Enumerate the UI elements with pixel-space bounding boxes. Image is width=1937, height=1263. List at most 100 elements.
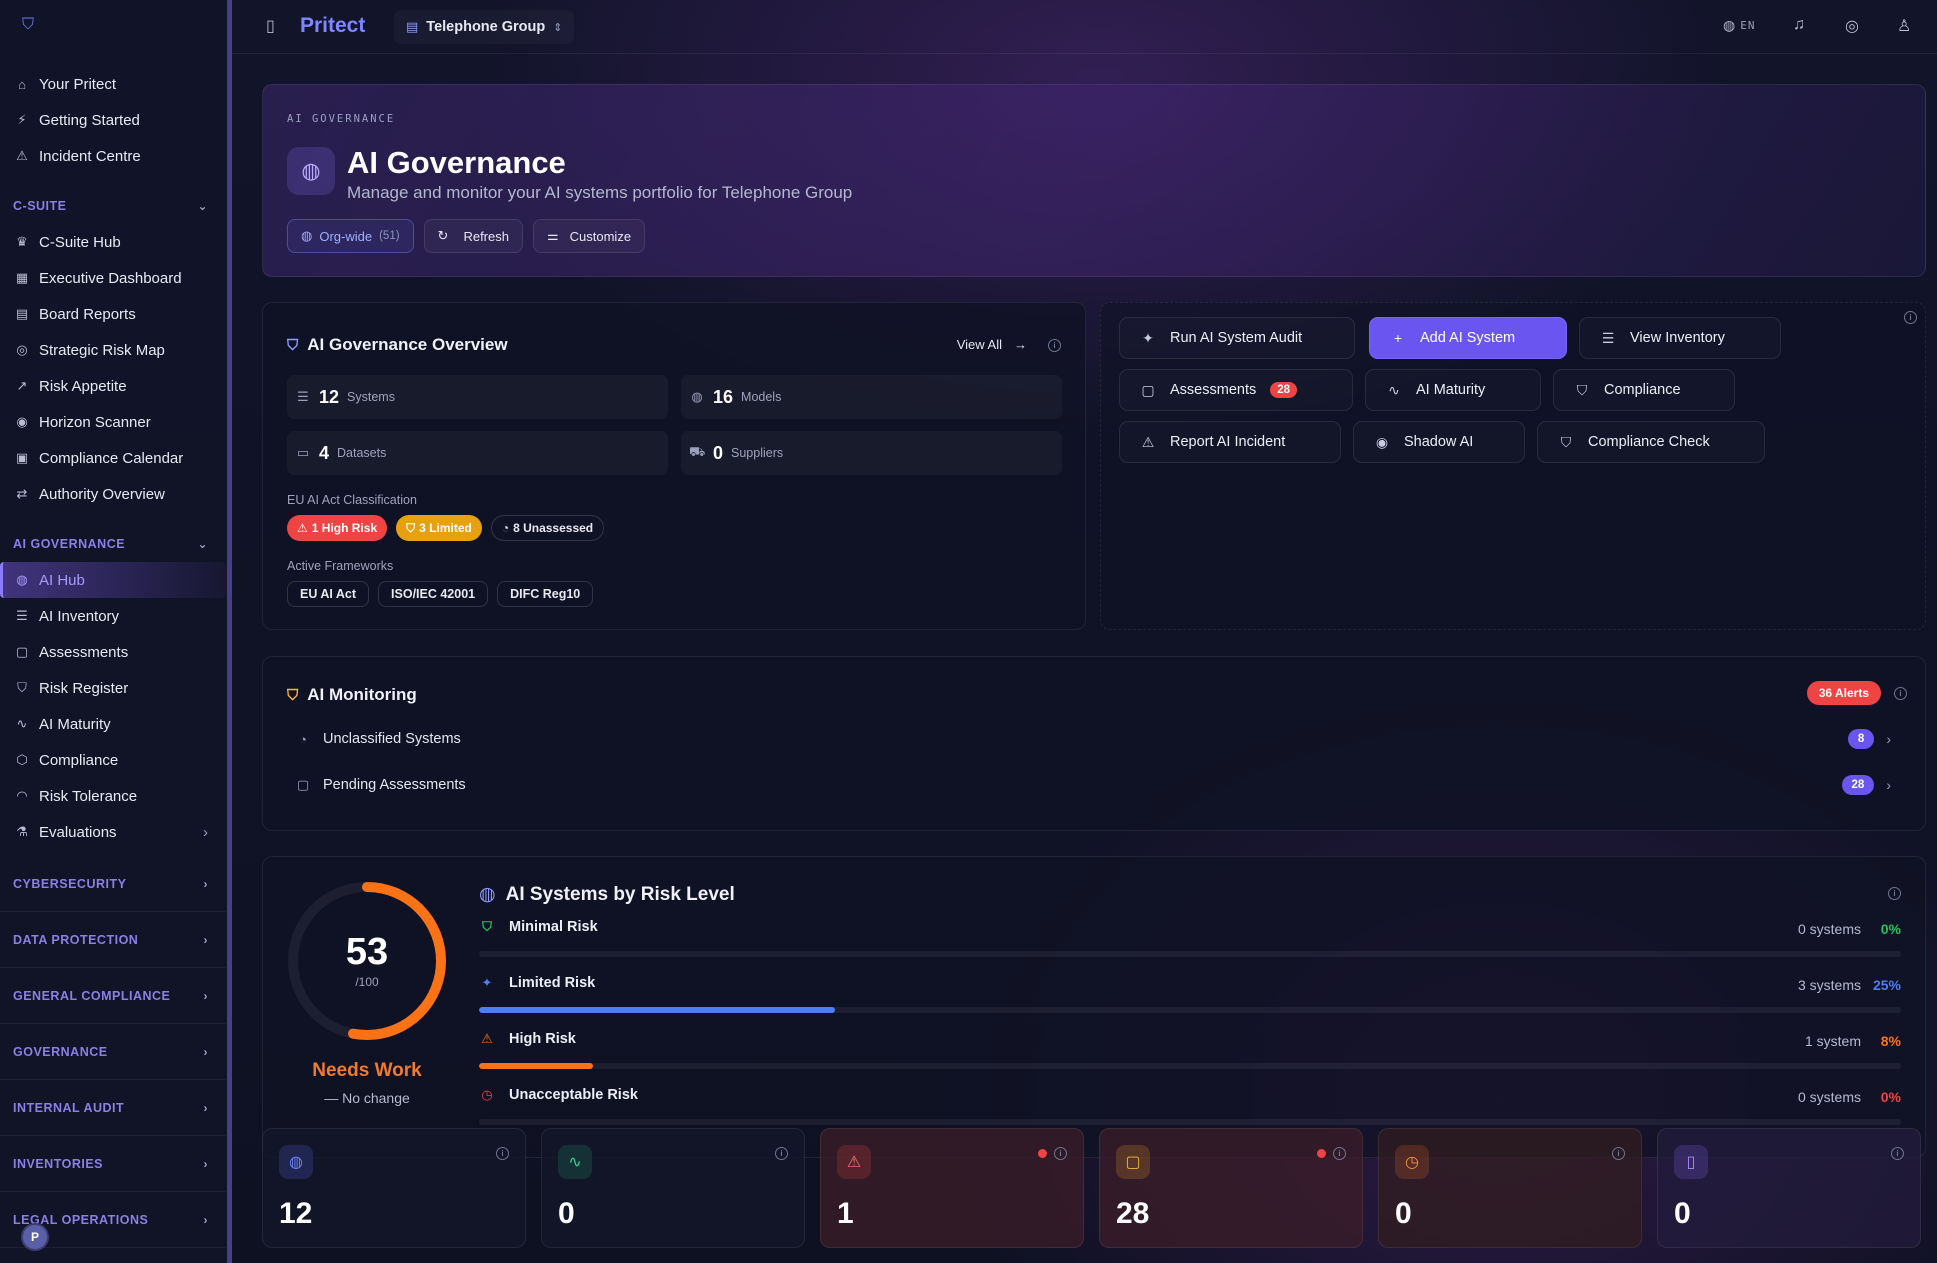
sidebar-item-label: Risk Tolerance (39, 787, 138, 805)
sidebar-item-authority-overview[interactable]: ⇄ Authority Overview (0, 476, 226, 512)
sidebar-section-header[interactable]: GOVERNANCE › (0, 1024, 226, 1080)
risk-level-row[interactable]: ⛉ Minimal Risk 0 systems 0% (479, 919, 1901, 957)
shadow-ai-button[interactable]: ◉ Shadow AI (1353, 421, 1525, 463)
sidebar-item-risk-tolerance[interactable]: ◠ Risk Tolerance (0, 778, 226, 814)
view-all-link[interactable]: View All → (957, 337, 1027, 352)
customize-label: Customize (569, 228, 632, 244)
kpi-card-reports[interactable]: ▯ i 0 (1657, 1128, 1921, 1248)
sidebar-item-getting-started[interactable]: ⚡ Getting Started (0, 102, 226, 138)
info-icon[interactable]: i (1894, 687, 1907, 700)
sidebar-item-your-pritect[interactable]: ⌂ Your Pritect (0, 66, 226, 102)
sidebar-section-header[interactable]: INTERNAL AUDIT › (0, 1080, 226, 1136)
org-scope-button[interactable]: ◍ Org-wide (51) (287, 219, 414, 253)
avatar[interactable]: P (21, 1223, 49, 1251)
run-ai-audit-button[interactable]: ✦ Run AI System Audit (1119, 317, 1355, 359)
limited-risk-pill[interactable]: ⛉ 3 Limited (396, 515, 482, 541)
stat-models[interactable]: ◍ 16 Models (681, 375, 1062, 419)
sidebar-item-risk-appetite[interactable]: ↗ Risk Appetite (0, 368, 226, 404)
info-icon[interactable]: i (1054, 1147, 1067, 1160)
add-ai-system-button[interactable]: + Add AI System (1369, 317, 1567, 359)
button-label: Shadow AI (1404, 434, 1474, 450)
pill-label: 3 Limited (419, 521, 472, 535)
sidebar-section-header[interactable]: INVENTORIES › (0, 1136, 226, 1192)
chevron-right-icon: › (203, 1100, 208, 1115)
sidebar-item-compliance-calendar[interactable]: ▣ Compliance Calendar (0, 440, 226, 476)
risk-level-row[interactable]: ✦ Limited Risk 3 systems 25% (479, 975, 1901, 1013)
brand-logo-icon[interactable]: ⛉ (22, 16, 38, 34)
kpi-card-incidents[interactable]: ⚠ i 1 (820, 1128, 1084, 1248)
unassessed-pill[interactable]: ◔ 8 Unassessed (490, 515, 605, 541)
help-icon[interactable]: ◎ (1845, 16, 1859, 36)
monitoring-row-unclassified[interactable]: ◔ Unclassified Systems 8 › (295, 724, 1891, 754)
refresh-button[interactable]: ↻ Refresh (423, 219, 523, 253)
stat-datasets[interactable]: ▭ 4 Datasets (287, 431, 668, 475)
sidebar-toggle-icon[interactable]: ▯ (266, 16, 275, 36)
sidebar-item-label: Assessments (39, 643, 129, 661)
language-switcher[interactable]: ◍ EN (1723, 17, 1755, 34)
info-icon[interactable]: i (1888, 887, 1901, 900)
risk-level-row[interactable]: ◷ Unacceptable Risk 0 systems 0% (479, 1087, 1901, 1125)
sidebar-item-ai-maturity[interactable]: ∿ AI Maturity (0, 706, 226, 742)
sidebar-item-ai-hub[interactable]: ◍ AI Hub (0, 562, 226, 598)
info-icon[interactable]: i (1048, 339, 1061, 352)
sidebar-item-assessments[interactable]: ▢ Assessments (0, 634, 226, 670)
kpi-card-pending-reviews[interactable]: ◷ i 0 (1378, 1128, 1642, 1248)
sidebar-item-ai-inventory[interactable]: ☰ AI Inventory (0, 598, 226, 634)
sidebar-item-horizon-scanner[interactable]: ◉ Horizon Scanner (0, 404, 226, 440)
customize-button[interactable]: ⚌ Customize (532, 219, 646, 253)
compliance-button[interactable]: ⛉ Compliance (1553, 369, 1735, 411)
risk-level-track (479, 1063, 1901, 1069)
stat-value: 4 (319, 442, 330, 463)
info-icon[interactable]: i (1891, 1147, 1904, 1160)
assessments-button[interactable]: ▢ Assessments 28 (1119, 369, 1353, 411)
info-icon[interactable]: i (775, 1147, 788, 1160)
user-icon[interactable]: ♙ (1897, 16, 1911, 36)
alerts-badge[interactable]: 36 Alerts (1806, 681, 1881, 705)
stat-systems[interactable]: ☰ 12 Systems (287, 375, 668, 419)
high-risk-pill[interactable]: ⚠ 1 High Risk (287, 515, 388, 541)
sidebar-item-executive-dashboard[interactable]: ▦ Executive Dashboard (0, 260, 226, 296)
info-icon[interactable]: i (1612, 1147, 1625, 1160)
stat-value: 16 (713, 386, 734, 407)
sidebar-item-evaluations[interactable]: ⚗ Evaluations › (0, 814, 226, 850)
monitoring-row-pending[interactable]: ▢ Pending Assessments 28 › (295, 770, 1891, 800)
bell-icon[interactable]: ♫ (1793, 16, 1805, 34)
workspace-switcher[interactable]: ▤ Telephone Group ⇕ (394, 10, 574, 44)
view-inventory-button[interactable]: ☰ View Inventory (1579, 317, 1781, 359)
risk-level-name: High Risk (509, 1031, 576, 1047)
sidebar-item-board-reports[interactable]: ▤ Board Reports (0, 296, 226, 332)
shield-icon: ⛉ (406, 520, 416, 535)
sidebar-item-c-suite-hub[interactable]: ♛ C-Suite Hub (0, 224, 226, 260)
sidebar-item-incident-centre[interactable]: ⚠ Incident Centre (0, 138, 226, 174)
kpi-card-assessments[interactable]: ▢ i 28 (1099, 1128, 1363, 1248)
sidebar-item-label: AI Inventory (39, 607, 120, 625)
risk-level-row[interactable]: ⚠ High Risk 1 system 8% (479, 1031, 1901, 1069)
section-label: INTERNAL AUDIT (13, 1100, 125, 1115)
risk-level-name: Unacceptable Risk (509, 1087, 638, 1103)
sidebar-section-header[interactable]: DATA PROTECTION › (0, 912, 226, 968)
sidebar-item-label: Risk Appetite (39, 377, 127, 395)
sidebar-item-label: AI Hub (39, 571, 85, 589)
report-ai-incident-button[interactable]: ⚠ Report AI Incident (1119, 421, 1341, 463)
section-label: CYBERSECURITY (13, 876, 127, 891)
kpi-card-monitoring[interactable]: ∿ i 0 (541, 1128, 805, 1248)
sidebar-item-strategic-risk-map[interactable]: ◎ Strategic Risk Map (0, 332, 226, 368)
brand-name[interactable]: Pritect (300, 14, 365, 38)
sidebar-section-header[interactable]: C-SUITE ⌄ (0, 188, 226, 224)
stat-suppliers[interactable]: ⛟ 0 Suppliers (681, 431, 1062, 475)
sidebar-section-header[interactable]: CYBERSECURITY › (0, 856, 226, 912)
framework-tag[interactable]: DIFC Reg10 (497, 581, 594, 607)
info-icon[interactable]: i (496, 1147, 509, 1160)
sidebar-section-header[interactable]: GENERAL COMPLIANCE › (0, 968, 226, 1024)
sidebar-section-header[interactable]: AI GOVERNANCE ⌄ (0, 526, 226, 562)
framework-tag[interactable]: ISO/IEC 42001 (378, 581, 489, 607)
kpi-card-ai-systems[interactable]: ◍ i 12 (262, 1128, 526, 1248)
ai-maturity-button[interactable]: ∿ AI Maturity (1365, 369, 1541, 411)
info-icon[interactable]: i (1333, 1147, 1346, 1160)
button-label: Assessments (1170, 382, 1257, 398)
sidebar-item-compliance[interactable]: ⬡ Compliance (0, 742, 226, 778)
info-icon[interactable]: i (1904, 311, 1917, 324)
sidebar-item-risk-register[interactable]: ⛉ Risk Register (0, 670, 226, 706)
compliance-check-button[interactable]: ⛉ Compliance Check (1537, 421, 1765, 463)
framework-tag[interactable]: EU AI Act (287, 581, 370, 607)
